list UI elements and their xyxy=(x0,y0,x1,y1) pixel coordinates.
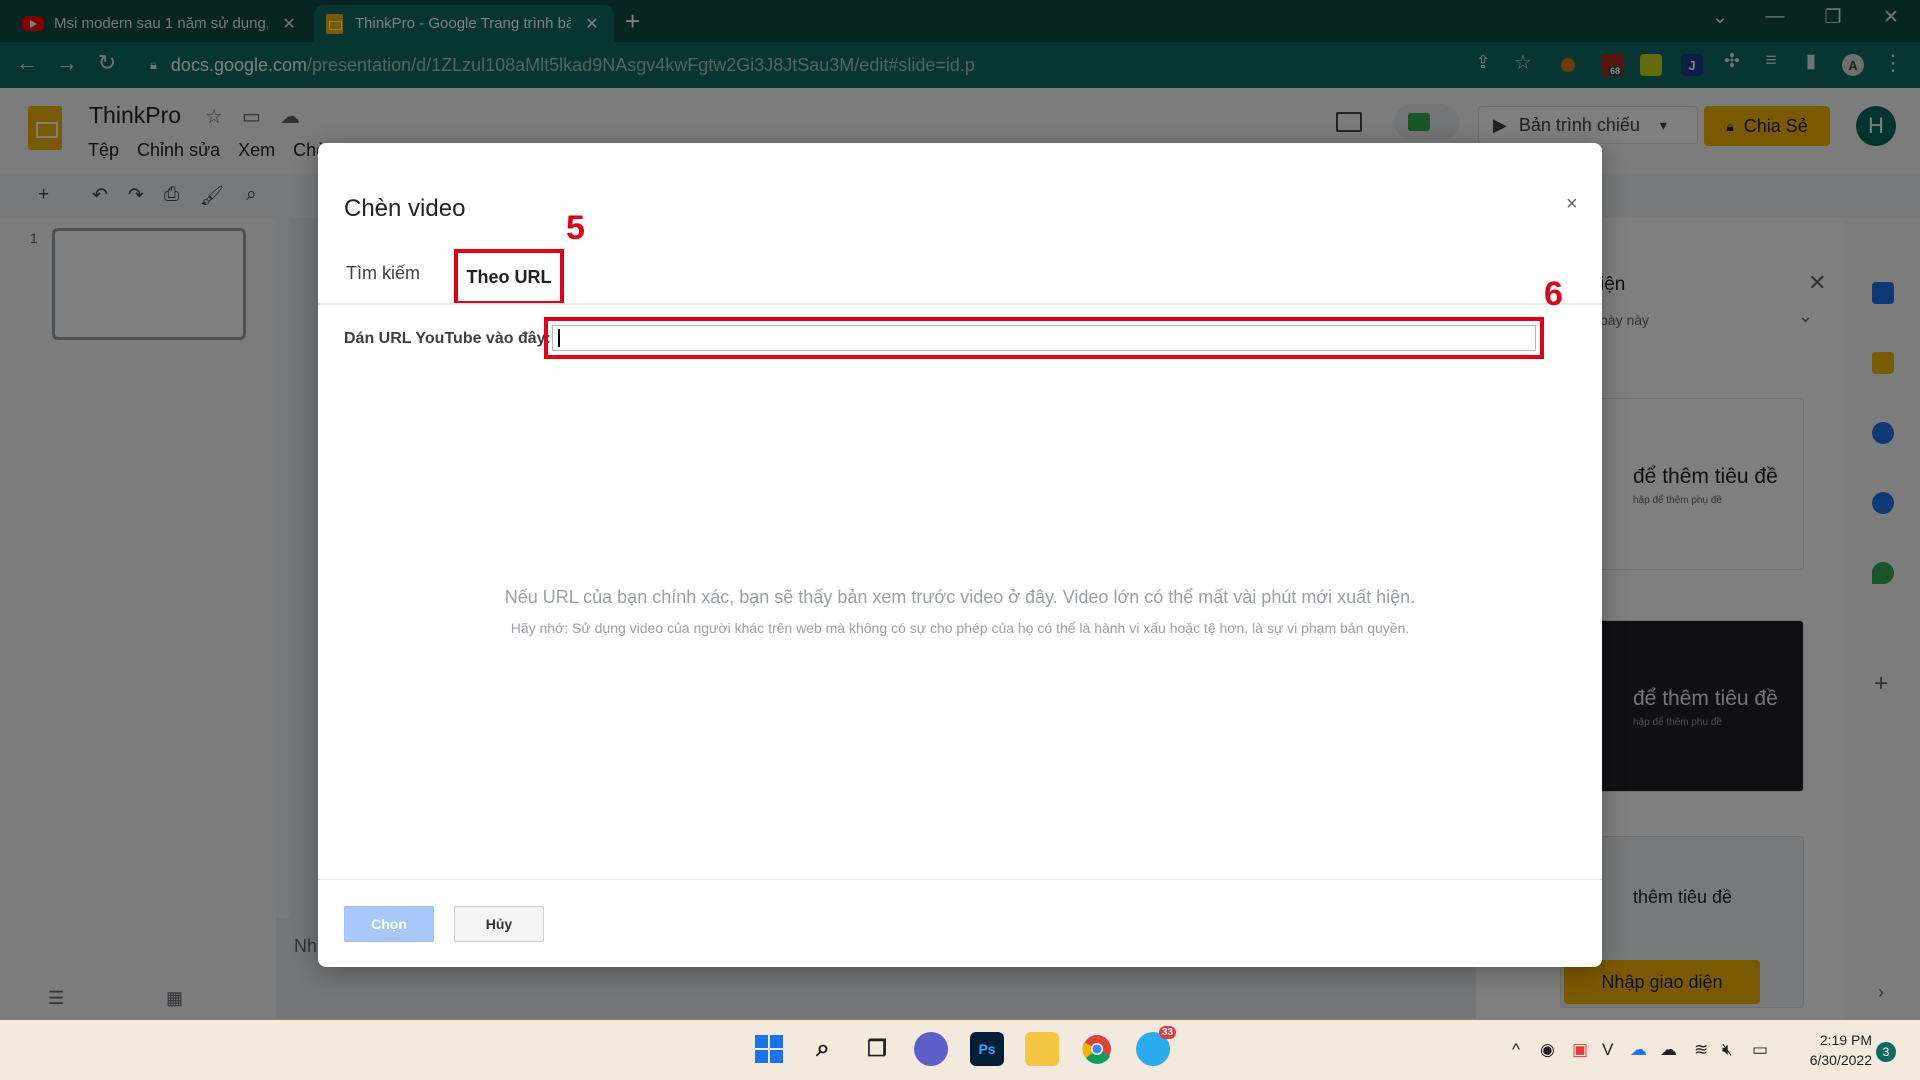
youtube-url-input[interactable] xyxy=(552,325,1536,351)
tab-search[interactable]: Tìm kiếm xyxy=(346,263,420,284)
youtube-url-label: Dán URL YouTube vào đây: xyxy=(344,330,551,347)
telegram-icon[interactable]: 33 xyxy=(1136,1026,1176,1066)
tab-by-url[interactable]: Theo URL xyxy=(454,249,564,305)
tab-divider xyxy=(318,303,1602,305)
preview-hint-text: Nếu URL của bạn chính xác, bạn sẽ thấy b… xyxy=(504,587,1416,607)
url-input-highlight xyxy=(544,317,1544,359)
clock-date[interactable]: 6/30/2022 xyxy=(1794,1052,1872,1068)
show-hidden-icons-icon[interactable]: ^ xyxy=(1512,1040,1520,1060)
volume-muted-icon[interactable]: 🔇︎ xyxy=(1722,1040,1733,1060)
tray-app-icon[interactable]: ▣ xyxy=(1572,1040,1588,1060)
insert-video-dialog: Chèn video × Tìm kiếm Theo URL 5 6 Dán U… xyxy=(318,143,1602,967)
footer-divider xyxy=(318,879,1602,880)
search-icon[interactable]: ⌕ xyxy=(806,1032,840,1066)
windows-taskbar: ⌕ ❐ Ps 33 ^ ◉ ▣ V ☁ ☁ ≋ 🔇︎ ▭ 2:19 PM 6/3… xyxy=(0,1020,1920,1080)
step-annotation-5: 5 xyxy=(566,209,585,247)
telegram-badge: 33 xyxy=(1158,1026,1176,1039)
tray-app-icon[interactable]: V xyxy=(1602,1040,1613,1060)
notification-badge[interactable]: 3 xyxy=(1876,1042,1896,1062)
tray-app-icon[interactable]: ◉ xyxy=(1540,1040,1555,1060)
wifi-icon[interactable]: ≋ xyxy=(1694,1040,1708,1060)
file-explorer-icon[interactable] xyxy=(1025,1032,1059,1066)
select-button[interactable]: Chọn xyxy=(344,906,434,942)
cloud-icon[interactable]: ☁ xyxy=(1660,1040,1677,1060)
close-dialog-icon[interactable]: × xyxy=(1566,193,1578,216)
teams-chat-icon[interactable] xyxy=(914,1032,948,1066)
clock-time[interactable]: 2:19 PM xyxy=(1810,1032,1872,1048)
step-annotation-6: 6 xyxy=(1544,275,1563,313)
windows-start-icon[interactable] xyxy=(752,1032,786,1066)
chrome-icon[interactable] xyxy=(1080,1032,1114,1066)
task-view-icon[interactable]: ❐ xyxy=(860,1032,894,1066)
onedrive-icon[interactable]: ☁ xyxy=(1630,1040,1647,1060)
dialog-title: Chèn video xyxy=(344,195,466,222)
battery-icon[interactable]: ▭ xyxy=(1752,1040,1768,1060)
photoshop-icon[interactable]: Ps xyxy=(970,1032,1004,1066)
cancel-button[interactable]: Hủy xyxy=(454,906,544,942)
text-caret xyxy=(558,329,560,347)
copyright-note-text: Hãy nhớ: Sử dụng video của người khác tr… xyxy=(510,620,1410,636)
